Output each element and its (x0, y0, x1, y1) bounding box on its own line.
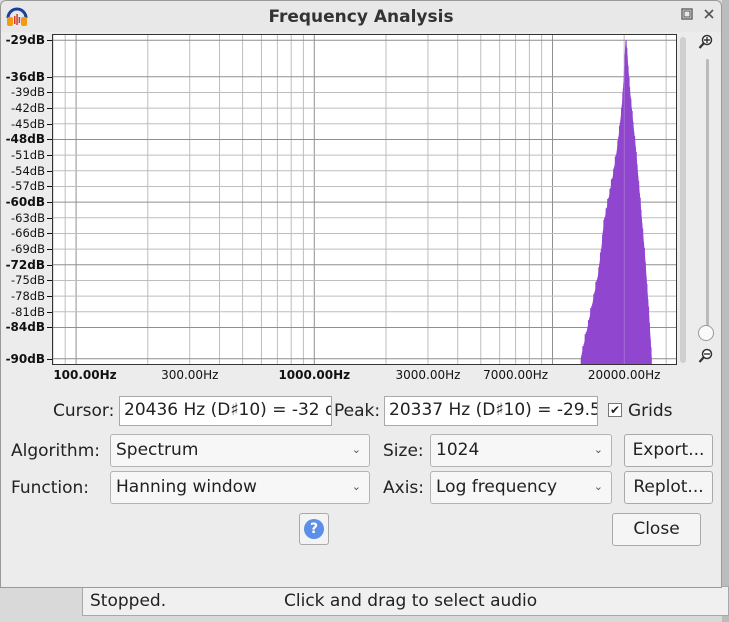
axis-select[interactable]: Log frequency ⌄ (430, 471, 612, 504)
axis-label: Axis: (383, 478, 424, 498)
y-tick-label: -48dB (5, 132, 45, 147)
export-button[interactable]: Export... (624, 434, 713, 467)
y-tick-label: -29dB (5, 33, 45, 48)
maximize-icon (681, 8, 693, 20)
chevron-down-icon: ⌄ (593, 480, 603, 493)
status-text: Stopped. (90, 591, 167, 611)
y-tick-label: -42dB (11, 101, 45, 116)
y-tick-label: -78dB (11, 289, 45, 304)
zoom-out-icon[interactable] (698, 348, 714, 364)
zoom-slider-track[interactable] (706, 59, 709, 335)
y-tick-label: -81dB (11, 304, 45, 319)
function-select[interactable]: Hanning window ⌄ (110, 471, 370, 504)
peak-field[interactable]: 20337 Hz (D♯10) = -29.5 dB (384, 396, 598, 426)
close-icon (704, 9, 714, 19)
y-tick-label: -54dB (11, 163, 45, 178)
chevron-down-icon: ⌄ (351, 443, 361, 456)
y-tick-label: -60dB (5, 195, 45, 210)
cursor-field[interactable]: 20436 Hz (D♯10) = -32 dB (119, 396, 332, 426)
status-bar: Stopped. Click and drag to select audio (82, 586, 729, 616)
size-value: 1024 (436, 440, 480, 460)
y-tick-label: -75dB (11, 273, 45, 288)
x-tick-label: 3000.00Hz (395, 368, 461, 382)
grids-label: Grids (628, 401, 673, 421)
y-tick-label: -90dB (5, 351, 45, 366)
title-bar[interactable]: Frequency Analysis (1, 1, 721, 32)
close-window-button[interactable] (701, 7, 717, 23)
replot-button[interactable]: Replot... (624, 471, 713, 504)
axis-value: Log frequency (436, 477, 558, 497)
algorithm-select[interactable]: Spectrum ⌄ (110, 434, 370, 467)
maximize-button[interactable] (679, 7, 695, 23)
zoom-slider-thumb[interactable] (698, 325, 714, 341)
peak-label: Peak: (334, 401, 381, 421)
function-label: Function: (11, 478, 90, 498)
status-hint: Click and drag to select audio (284, 591, 538, 611)
help-icon: ? (304, 519, 324, 539)
zoom-in-icon[interactable] (698, 34, 714, 50)
y-tick-label: -84dB (5, 320, 45, 335)
frequency-analysis-dialog: Frequency Analysis -29dB -36dB -39dB -42dB -… (0, 0, 722, 588)
chevron-down-icon: ⌄ (593, 443, 603, 456)
y-tick-label: -45dB (11, 116, 45, 131)
x-tick-label: 300.00Hz (161, 368, 219, 382)
y-tick-label: -69dB (11, 242, 45, 257)
background-window-edge (722, 0, 729, 622)
spectrum-plot[interactable] (52, 34, 677, 365)
x-tick-label: 20000.00Hz (587, 368, 661, 382)
size-label: Size: (383, 441, 424, 461)
algorithm-value: Spectrum (116, 440, 199, 460)
grids-checkbox[interactable]: ✔ (608, 403, 622, 417)
x-tick-label: 7000.00Hz (483, 368, 549, 382)
y-tick-label: -36dB (5, 69, 45, 84)
y-tick-label: -66dB (11, 226, 45, 241)
algorithm-label: Algorithm: (11, 441, 100, 461)
x-tick-label: 100.00Hz (53, 368, 117, 382)
cursor-label: Cursor: (53, 401, 115, 421)
spectrum-chart (53, 35, 676, 364)
y-tick-label: -39dB (11, 85, 45, 100)
help-button[interactable]: ? (299, 513, 329, 545)
plot-scrollbar[interactable] (680, 37, 686, 363)
size-select[interactable]: 1024 ⌄ (430, 434, 612, 467)
window-title: Frequency Analysis (268, 7, 454, 27)
close-button[interactable]: Close (612, 513, 701, 546)
y-tick-label: -63dB (11, 210, 45, 225)
x-tick-label: 1000.00Hz (278, 368, 351, 382)
chevron-down-icon: ⌄ (351, 480, 361, 493)
y-tick-label: -57dB (11, 179, 45, 194)
y-tick-label: -72dB (5, 257, 45, 272)
y-tick-label: -51dB (11, 148, 45, 163)
function-value: Hanning window (116, 477, 257, 497)
